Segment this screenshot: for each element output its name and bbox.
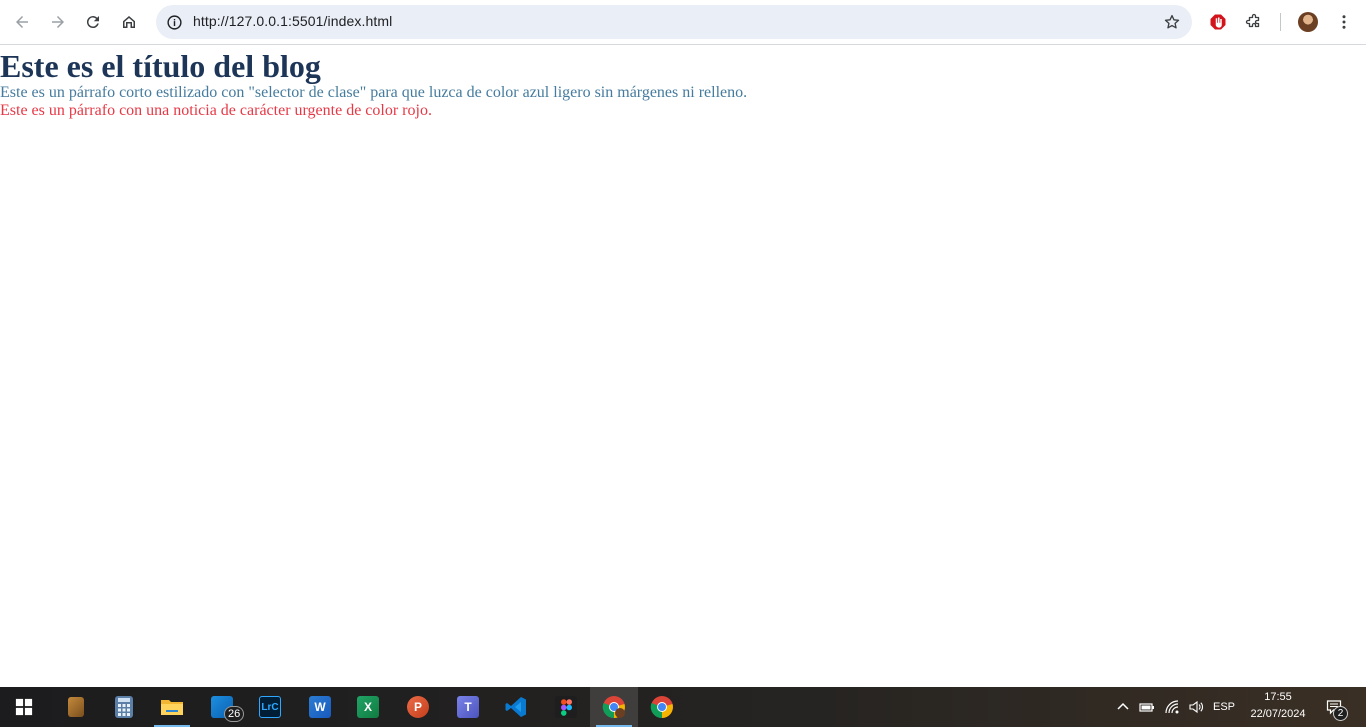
profile-avatar[interactable]	[1298, 12, 1318, 32]
home-button[interactable]	[113, 6, 145, 38]
windows-logo-icon	[15, 698, 33, 716]
taskbar-app-lightroom[interactable]: LrC	[246, 687, 294, 727]
arrow-right-icon	[52, 16, 64, 28]
address-bar[interactable]: http://127.0.0.1:5501/index.html	[156, 5, 1192, 39]
back-button[interactable]	[6, 6, 38, 38]
chrome-profile-icon	[602, 696, 625, 719]
taskbar-app-teams[interactable]: T	[444, 687, 492, 727]
adblock-extension-icon[interactable]	[1202, 6, 1234, 38]
figma-icon	[555, 696, 577, 718]
web-page: Este es el título del blog Este es un pá…	[0, 46, 1366, 686]
blog-title: Este es el título del blog	[0, 48, 321, 84]
taskbar-app-file-manager[interactable]	[52, 687, 100, 727]
arrow-left-icon	[16, 16, 28, 28]
language-label: ESP	[1212, 701, 1235, 713]
chevron-up-icon	[1117, 702, 1129, 710]
taskbar-app-excel[interactable]: X	[344, 687, 392, 727]
file-explorer-icon	[161, 700, 183, 715]
more-vertical-icon	[1342, 15, 1346, 29]
powerpoint-icon: P	[407, 696, 429, 718]
calculator-icon	[115, 696, 133, 718]
light-blue-paragraph: Este es un párrafo corto estilizado con …	[0, 84, 748, 101]
input-language[interactable]: ESP	[1210, 687, 1238, 727]
clock-time: 17:55	[1264, 691, 1292, 703]
forward-button[interactable]	[42, 6, 74, 38]
reload-icon	[86, 16, 99, 29]
taskbar-app-figma[interactable]	[542, 687, 590, 727]
start-button[interactable]	[0, 687, 48, 727]
home-icon	[123, 16, 135, 28]
notification-count-badge: 2	[1333, 706, 1348, 721]
taskbar-app-chrome[interactable]	[638, 687, 686, 727]
battery-status[interactable]	[1136, 687, 1158, 727]
teams-icon: T	[457, 696, 479, 718]
taskbar-app-chrome-active[interactable]	[590, 687, 638, 727]
wifi-icon	[1165, 700, 1179, 714]
taskbar-clock[interactable]: 17:55 22/07/2024	[1240, 689, 1316, 723]
taskbar-app-powerpoint[interactable]: P	[394, 687, 442, 727]
volume-control[interactable]	[1184, 687, 1208, 727]
file-manager-icon	[68, 697, 84, 717]
browser-menu-button[interactable]	[1328, 6, 1360, 38]
lightroom-classic-icon: LrC	[259, 696, 281, 718]
taskbar-app-vscode[interactable]	[492, 687, 540, 727]
reload-button[interactable]	[77, 6, 109, 38]
bookmark-star-icon[interactable]	[1162, 12, 1182, 32]
show-hidden-icons-button[interactable]	[1112, 687, 1134, 727]
word-icon: W	[309, 696, 331, 718]
clock-date: 22/07/2024	[1250, 708, 1306, 720]
url-text[interactable]: http://127.0.0.1:5501/index.html	[193, 13, 392, 29]
mail-unread-badge: 26	[224, 706, 245, 722]
taskbar-app-mail[interactable]: 26	[198, 687, 246, 727]
toolbar-divider	[1280, 13, 1281, 31]
windows-taskbar: 26 LrC W X P T ESP 17:55 22/07/2024	[0, 687, 1366, 727]
taskbar-app-calculator[interactable]	[100, 687, 148, 727]
site-info-icon[interactable]	[164, 12, 184, 32]
browser-toolbar: http://127.0.0.1:5501/index.html	[0, 0, 1366, 45]
chrome-icon	[650, 696, 673, 719]
vscode-icon	[505, 697, 526, 717]
urgent-red-paragraph: Este es un párrafo con una noticia de ca…	[0, 102, 432, 119]
network-status[interactable]	[1160, 687, 1184, 727]
taskbar-app-word[interactable]: W	[296, 687, 344, 727]
battery-icon	[1139, 703, 1154, 712]
taskbar-app-file-explorer[interactable]	[148, 687, 196, 727]
speaker-icon	[1189, 700, 1203, 714]
excel-icon: X	[357, 696, 379, 718]
extensions-puzzle-icon[interactable]	[1238, 6, 1270, 38]
